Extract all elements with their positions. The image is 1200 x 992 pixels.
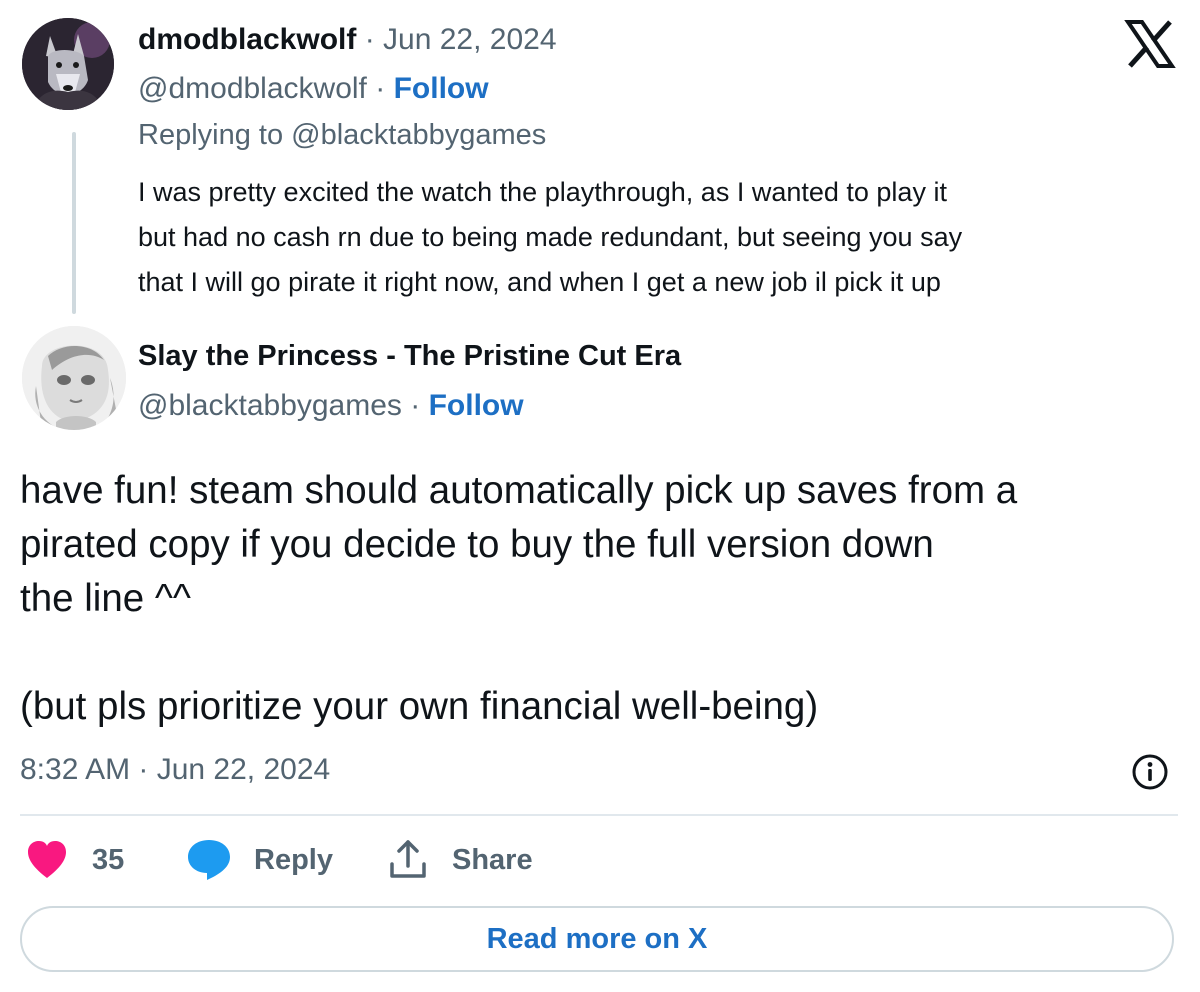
x-logo-icon[interactable] (1124, 18, 1176, 70)
info-icon[interactable] (1130, 752, 1170, 792)
parent-handle-row: @dmodblackwolf · Follow (138, 71, 489, 107)
share-button[interactable]: Share (452, 842, 533, 878)
text-line: I was pretty excited the watch the playt… (138, 177, 947, 207)
main-author-name[interactable]: Slay the Princess - The Pristine Cut Era (138, 338, 681, 374)
speech-bubble-icon[interactable] (186, 838, 232, 882)
replying-to-label[interactable]: Replying to @blacktabbygames (138, 117, 546, 153)
separator: · (375, 72, 386, 105)
avatar[interactable] (22, 18, 114, 110)
author-name[interactable]: dmodblackwolf (138, 23, 356, 56)
text-line: pirated copy if you decide to buy the fu… (20, 523, 934, 566)
parent-tweet-header: dmodblackwolf · Jun 22, 2024 (138, 22, 557, 58)
text-line: have fun! steam should automatically pic… (20, 469, 1018, 512)
separator: · (364, 23, 375, 56)
follow-button[interactable]: Follow (429, 389, 524, 422)
main-tweet-text: have fun! steam should automatically pic… (20, 464, 1185, 734)
parent-tweet-text: I was pretty excited the watch the playt… (138, 170, 1178, 305)
follow-button[interactable]: Follow (394, 72, 489, 105)
separator: · (410, 389, 421, 422)
text-line: (but pls prioritize your own financial w… (20, 685, 819, 728)
author-handle[interactable]: @blacktabbygames (138, 389, 402, 422)
divider (20, 814, 1178, 816)
heart-icon[interactable] (26, 840, 68, 880)
tweet-date[interactable]: Jun 22, 2024 (383, 23, 556, 56)
text-line: the line ^^ (20, 577, 191, 620)
tweet-timestamp[interactable]: 8:32 AM · Jun 22, 2024 (20, 750, 330, 790)
text-line: but had no cash rn due to being made red… (138, 222, 963, 252)
share-icon[interactable] (388, 838, 428, 880)
reply-button[interactable]: Reply (254, 842, 333, 878)
text-line: that I will go pirate it right now, and … (138, 267, 941, 297)
avatar[interactable] (22, 326, 126, 430)
main-handle-row: @blacktabbygames · Follow (138, 388, 524, 424)
thread-connector-line (72, 132, 76, 314)
author-handle[interactable]: @dmodblackwolf (138, 72, 367, 105)
like-count: 35 (92, 844, 125, 876)
read-more-button[interactable]: Read more on X (20, 906, 1174, 972)
